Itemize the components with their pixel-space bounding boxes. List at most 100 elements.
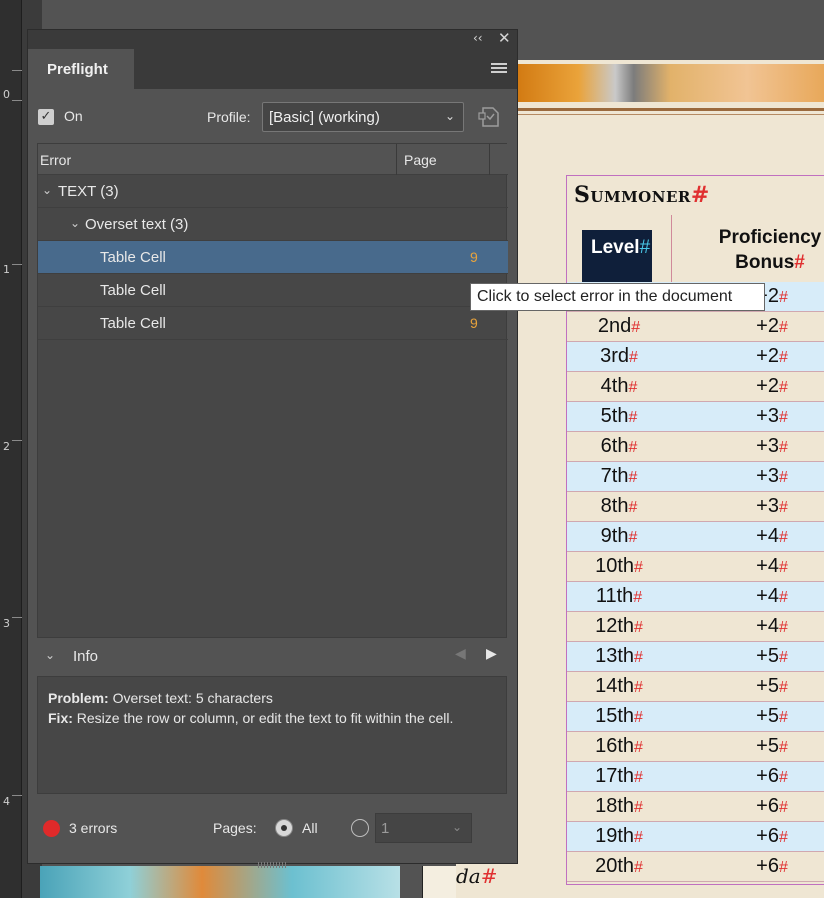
panel-menu-icon[interactable] [491,63,507,75]
hidden-char-marker: # [634,679,643,696]
level-row[interactable]: 2nd# +2# [567,312,824,342]
level-row[interactable]: 12th# +4# [567,612,824,642]
info-box: Problem: Overset text: 5 characters Fix:… [37,676,507,794]
error-item-row[interactable]: Table Cell 9 [38,274,508,307]
info-label: Info [73,648,99,665]
level-table-body[interactable]: +2# 2nd# +2# 3rd# +2# 4th# +2# 5th# +3# 6th# +3# 7t… [567,282,824,882]
preflight-panel[interactable]: ‹‹ ✕ Preflight ✓ On Profile: [Basic] (wo… [27,29,518,868]
define-profiles-icon[interactable] [477,104,503,130]
level-row[interactable]: 15th# +5# [567,702,824,732]
class-table-title[interactable]: Summoner# [574,182,710,208]
error-list-header: Error Page [38,144,508,175]
column-separator[interactable] [396,144,397,175]
level-value: 7th [600,465,629,487]
chevron-down-icon[interactable]: ⌄ [45,648,55,662]
error-count[interactable]: 3 errors [69,820,117,836]
level-row[interactable]: 16th# +5# [567,732,824,762]
profile-value: [Basic] (working) [269,109,380,126]
chevron-down-icon[interactable]: ⌄ [445,109,455,123]
level-value: 5th [600,405,629,427]
chevron-down-icon[interactable]: ⌄ [70,216,80,230]
error-item-row[interactable]: Table Cell 9 [38,307,508,340]
level-row[interactable]: 5th# +3# [567,402,824,432]
level-row[interactable]: 19th# +6# [567,822,824,852]
level-cell: 2nd# [567,315,671,338]
hidden-char-marker: # [634,859,643,876]
info-section-header[interactable]: ⌄ Info ◀ ▶ [37,642,507,672]
column-header-page[interactable]: Page [404,152,437,168]
previous-error-icon[interactable]: ◀ [455,646,466,662]
level-row[interactable]: 20th# +6# [567,852,824,882]
level-row[interactable]: 8th# +3# [567,492,824,522]
close-icon[interactable]: ✕ [498,29,511,47]
hidden-char-marker: # [794,252,805,273]
level-header: Level# [591,237,650,259]
level-value: 16th [595,735,635,757]
level-value: 8th [600,495,629,517]
level-row[interactable]: 3rd# +2# [567,342,824,372]
level-row[interactable]: 11th# +4# [567,582,824,612]
level-row[interactable]: 17th# +6# [567,762,824,792]
panel-title-bar[interactable]: ‹‹ ✕ [28,29,517,49]
bonus-cell: +3# [672,405,824,428]
chevron-down-icon[interactable]: ⌄ [42,183,52,197]
bonus-cell: +3# [672,465,824,488]
error-subgroup-label: Overset text (3) [85,216,189,233]
bonus-value: +4 [756,615,779,637]
level-cell: 12th# [567,615,671,638]
preflight-on-checkbox[interactable]: ✓ [38,109,54,125]
hidden-char-marker: # [690,182,710,208]
tab-preflight[interactable]: Preflight [28,49,134,89]
column-separator[interactable] [489,144,490,175]
bonus-value: +4 [756,585,779,607]
bonus-value: +2 [756,315,779,337]
pages-all-radio[interactable] [275,819,293,837]
level-row[interactable]: 7th# +3# [567,462,824,492]
error-subgroup-row[interactable]: ⌄ Overset text (3) [38,208,508,241]
error-item-label: Table Cell [100,315,166,332]
bonus-cell: +6# [672,795,824,818]
level-value: 2nd [597,315,632,337]
resize-grip[interactable] [258,853,288,868]
bonus-value: +6 [756,795,779,817]
hidden-char-marker: # [628,439,638,456]
error-group-row[interactable]: ⌄ TEXT (3) [38,175,508,208]
hidden-char-marker: # [778,559,788,576]
level-value: 4th [600,375,629,397]
chevron-down-icon[interactable]: ⌄ [452,820,462,834]
level-row[interactable]: 14th# +5# [567,672,824,702]
tab-preflight-label: Preflight [47,61,108,78]
ruler-label: 2 [3,440,10,453]
level-value: 19th [595,825,635,847]
level-cell: 19th# [567,825,671,848]
error-item-page[interactable]: 9 [470,315,478,331]
proficiency-header[interactable]: Proficiency Bonus# [700,225,824,275]
vertical-ruler[interactable]: 0 1 2 3 4 [0,0,22,898]
level-value: 9th [600,525,629,547]
level-row[interactable]: 6th# +3# [567,432,824,462]
pages-all-label: All [302,820,318,836]
level-row[interactable]: 18th# +6# [567,792,824,822]
hidden-char-marker: # [634,649,643,666]
next-error-icon[interactable]: ▶ [486,646,497,662]
error-item-row[interactable]: Table Cell 9 [38,241,508,274]
level-row[interactable]: 4th# +2# [567,372,824,402]
bonus-value: +5 [756,675,779,697]
bonus-cell: +6# [672,765,824,788]
fix-text: Resize the row or column, or edit the te… [76,710,454,726]
level-row[interactable]: 9th# +4# [567,522,824,552]
error-list[interactable]: Error Page ⌄ TEXT (3) ⌄ Overset text (3)… [37,143,508,638]
error-item-page[interactable]: 9 [470,249,478,265]
level-row[interactable]: 13th# +5# [567,642,824,672]
bonus-value: +2 [756,345,779,367]
collapse-panel-icon[interactable]: ‹‹ [473,31,483,45]
hidden-char-marker: # [628,379,638,396]
profile-dropdown[interactable]: [Basic] (working) [262,102,464,132]
page-range-value: 1 [381,820,390,837]
pages-range-radio[interactable] [351,819,369,837]
column-header-error[interactable]: Error [40,152,71,168]
problem-text: Overset text: 5 characters [112,690,273,706]
art-glyph-text: da [456,864,481,888]
level-row[interactable]: 10th# +4# [567,552,824,582]
hidden-char-marker: # [778,709,788,726]
